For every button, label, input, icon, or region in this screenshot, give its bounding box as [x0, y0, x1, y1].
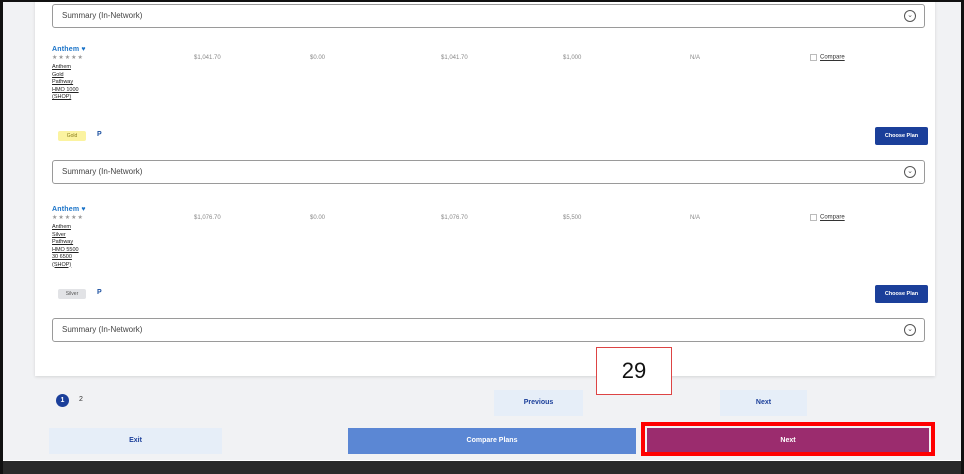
screenshot-frame: [0, 0, 964, 474]
